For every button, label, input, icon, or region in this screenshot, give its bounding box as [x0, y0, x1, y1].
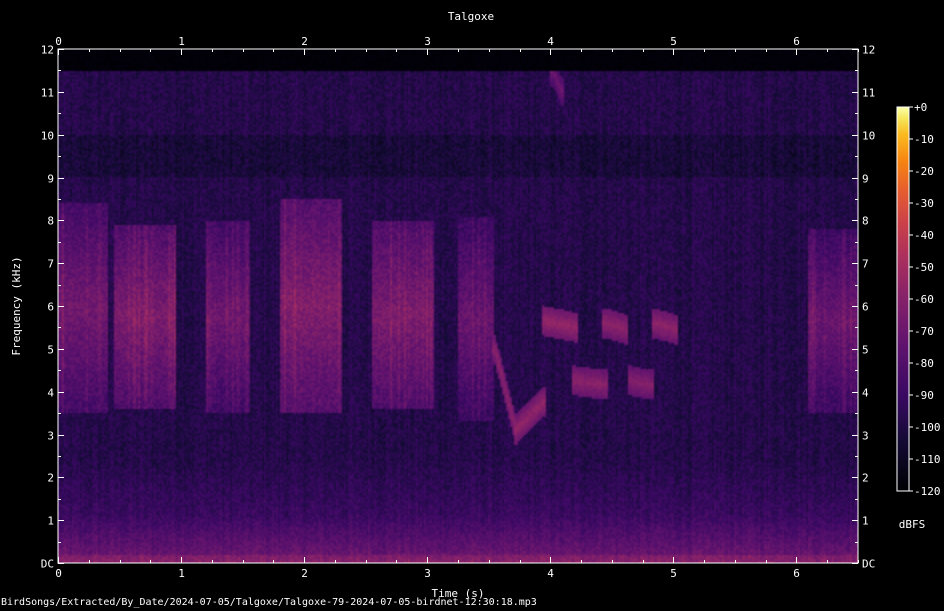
y-axis-label: Frequency (kHz) [10, 256, 23, 355]
y-tick-label-left: DC [41, 558, 54, 571]
x-tick-label-bottom: 3 [424, 567, 431, 580]
x-tick-label-top: 1 [178, 35, 185, 48]
x-tick-label-top: 3 [424, 35, 431, 48]
y-tick-label-right: 2 [862, 472, 869, 485]
x-tick-label-bottom: 6 [793, 567, 800, 580]
spectrogram-plot-area [58, 49, 858, 563]
y-tick-label-left: 5 [47, 344, 54, 357]
colorbar-tick-label: -70 [914, 325, 934, 338]
y-tick-label-left: 1 [47, 515, 54, 528]
y-tick-label-left: 10 [41, 130, 54, 143]
y-tick-label-right: 10 [862, 130, 875, 143]
colorbar-tick-label: -120 [914, 485, 941, 498]
y-tick-label-left: 4 [47, 387, 54, 400]
spectrogram-image [58, 49, 858, 563]
y-tick-label-left: 9 [47, 173, 54, 186]
x-tick-label-bottom: 4 [547, 567, 554, 580]
x-tick-label-top: 5 [670, 35, 677, 48]
file-path-footer: BirdSongs/Extracted/By_Date/2024-07-05/T… [1, 597, 537, 608]
y-tick-label-left: 11 [41, 87, 54, 100]
y-tick-label-left: 12 [41, 44, 54, 57]
x-tick-label-top: 4 [547, 35, 554, 48]
colorbar-label: dBFS [899, 518, 926, 531]
y-tick-label-right: DC [862, 558, 875, 571]
colorbar-tick-label: -30 [914, 197, 934, 210]
x-tick-label-bottom: 1 [178, 567, 185, 580]
y-tick-label-left: 2 [47, 472, 54, 485]
colorbar-tick-label: -50 [914, 261, 934, 274]
y-tick-label-left: 6 [47, 301, 54, 314]
x-tick-label-top: 2 [301, 35, 308, 48]
y-tick-label-left: 7 [47, 258, 54, 271]
x-tick-label-top: 6 [793, 35, 800, 48]
colorbar-tick-label: -40 [914, 229, 934, 242]
x-tick-label-bottom: 5 [670, 567, 677, 580]
y-tick-label-right: 11 [862, 87, 875, 100]
colorbar: +0 -10 -20 -30 -40 -50 -60 -70 -80 -90 -100 -110 -12… [896, 101, 941, 531]
colorbar-tick-label: -10 [914, 133, 934, 146]
y-tick-label-right: 1 [862, 515, 869, 528]
colorbar-tick-label: -90 [914, 389, 934, 402]
chart-title: Talgoxe [448, 10, 494, 23]
spectrogram-figure: Talgoxe 00112233445566DC DC1 12 23 34 45 56 67 7… [10, 10, 941, 600]
y-tick-label-right: 5 [862, 344, 869, 357]
y-tick-label-right: 12 [862, 44, 875, 57]
y-tick-label-right: 4 [862, 387, 869, 400]
colorbar-tick-label: -20 [914, 165, 934, 178]
colorbar-tick-label: -110 [914, 453, 941, 466]
y-tick-label-left: 8 [47, 215, 54, 228]
colorbar-tick-label: +0 [914, 101, 927, 114]
colorbar-tick-label: -100 [914, 421, 941, 434]
y-tick-label-right: 6 [862, 301, 869, 314]
colorbar-gradient [897, 107, 909, 491]
y-tick-label-left: 3 [47, 430, 54, 443]
x-tick-label-bottom: 0 [55, 567, 62, 580]
colorbar-tick-label: -60 [914, 293, 934, 306]
colorbar-tick-label: -80 [914, 357, 934, 370]
y-tick-label-right: 9 [862, 173, 869, 186]
y-tick-label-right: 8 [862, 215, 869, 228]
colorbar-ticks: +0 -10 -20 -30 -40 -50 -60 -70 -80 -90 -100 -110 -12… [909, 101, 941, 498]
y-tick-label-right: 7 [862, 258, 869, 271]
y-tick-label-right: 3 [862, 430, 869, 443]
x-tick-label-bottom: 2 [301, 567, 308, 580]
x-tick-label-top: 0 [55, 35, 62, 48]
